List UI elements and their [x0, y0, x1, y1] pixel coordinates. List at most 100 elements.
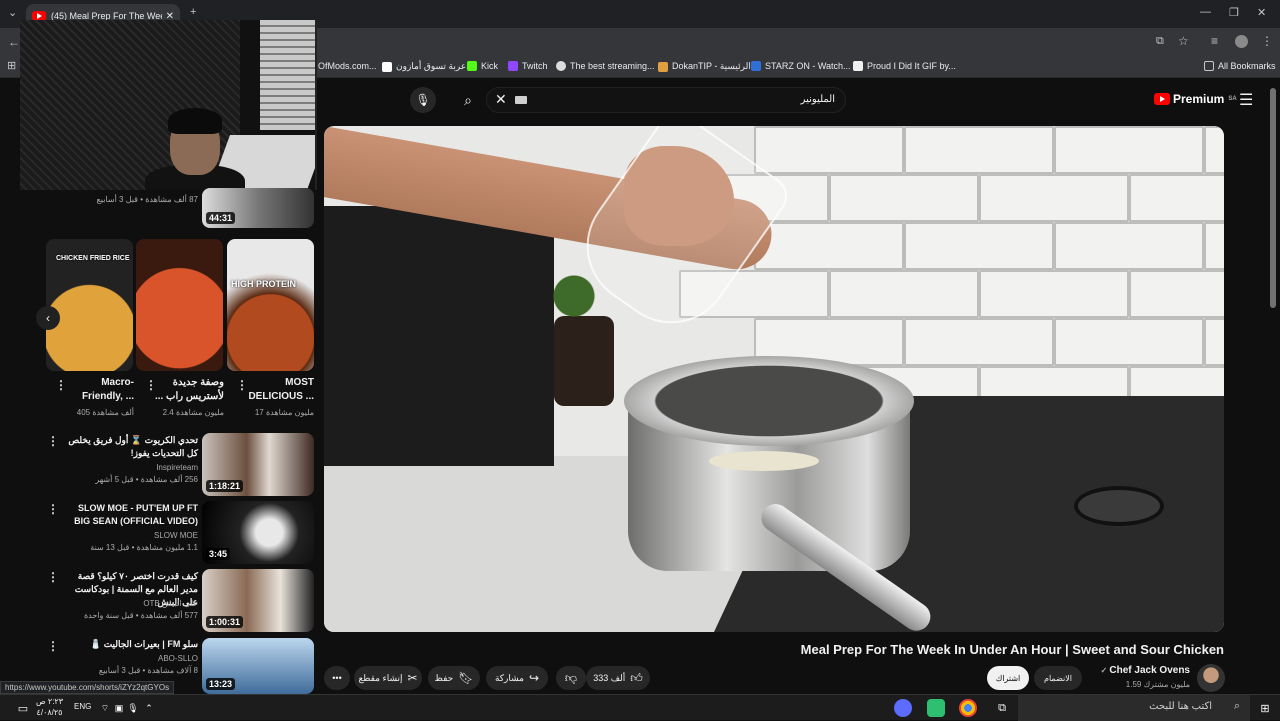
short-thumbnail[interactable]: HIGH PROTEIN: [227, 239, 314, 371]
subscribe-button[interactable]: اشتراك: [987, 666, 1029, 690]
tab-search-icon[interactable]: ⌄: [8, 6, 17, 19]
shelf-prev-button[interactable]: ‹: [36, 306, 60, 330]
share-button[interactable]: مشاركة ↪: [486, 666, 548, 690]
more-actions-icon[interactable]: ⋮: [55, 378, 67, 392]
all-bookmarks-button[interactable]: All Bookmarks: [1204, 61, 1276, 71]
chevron-up-icon[interactable]: ⌃: [140, 699, 158, 717]
bookmark-item[interactable]: STARZ ON - Watch...: [751, 61, 851, 71]
bookmark-item[interactable]: عربة تسوق أمازون: [382, 61, 466, 72]
video-title[interactable]: سلو FM | بعيرات الجاليت 🧂: [60, 638, 198, 651]
short-title[interactable]: MOST DELICIOUS ...: [240, 376, 314, 404]
video-thumbnail[interactable]: 1:00:31: [202, 569, 314, 632]
video-title: Meal Prep For The Week In Under An Hour …: [800, 642, 1224, 657]
short-overlay-text: HIGH PROTEIN: [231, 279, 297, 289]
video-title[interactable]: SLOW MOE - PUT'EM UP FT BIG SEAN (OFFICI…: [60, 502, 198, 528]
new-tab-button[interactable]: +: [190, 6, 196, 18]
restore-icon[interactable]: ❐: [1229, 6, 1239, 19]
youtube-logo-icon: [1154, 93, 1170, 105]
subscriber-count: 1.59 مليون مشترك: [1125, 680, 1190, 689]
bookmark-item[interactable]: Twitch: [508, 61, 548, 71]
more-actions-icon[interactable]: ⋮: [236, 378, 248, 392]
close-window-icon[interactable]: ✕: [1257, 6, 1266, 19]
channel-name[interactable]: على البنش OTB: [60, 598, 198, 610]
media-controls-icon[interactable]: ≡: [1211, 34, 1218, 48]
back-arrow-icon[interactable]: ←: [8, 35, 20, 49]
bookmark-star-icon[interactable]: ☆: [1178, 34, 1189, 48]
bookmark-item[interactable]: Proud I Did It GIF by...: [853, 61, 956, 71]
share-label: مشاركة: [494, 672, 524, 683]
short-title[interactable]: Macro- Friendly, ...: [60, 376, 134, 404]
clear-search-icon[interactable]: ✕: [495, 91, 507, 108]
channel-avatar[interactable]: [1197, 664, 1225, 692]
system-clock[interactable]: ٢:٢٣ ص ٤/٠٨/٢٥: [36, 696, 63, 718]
more-actions-icon[interactable]: ⋮: [47, 502, 59, 516]
more-actions-icon[interactable]: ⋮: [47, 434, 59, 448]
video-meta: 1.1 مليون مشاهدة • قبل 13 سنة: [90, 543, 198, 552]
channel-name[interactable]: ABO-SLLO: [60, 653, 198, 665]
page-scrollbar[interactable]: [1270, 88, 1276, 308]
channel-name[interactable]: SLOW MOE: [60, 530, 198, 542]
language-indicator[interactable]: ENG: [74, 702, 91, 711]
profile-avatar[interactable]: [1235, 35, 1248, 48]
browser-menu-icon[interactable]: ⋮: [1261, 34, 1273, 48]
video-thumbnail[interactable]: 1:18:21: [202, 433, 314, 496]
video-thumbnail[interactable]: 3:45: [202, 501, 314, 564]
more-actions-icon[interactable]: ⋮: [145, 378, 157, 392]
thumbs-down-icon: 👎︎: [564, 670, 578, 685]
video-thumbnail[interactable]: 13:23: [202, 638, 314, 694]
keyboard-icon[interactable]: [515, 96, 527, 104]
taskbar-search[interactable]: اكتب هنا للبحث ⌕: [1018, 695, 1250, 721]
duration-badge: 13:23: [206, 678, 236, 690]
short-title[interactable]: وصفة جديدة لأستريس راب ...: [150, 376, 224, 404]
bookmark-item[interactable]: Kick: [467, 61, 498, 71]
task-view-icon[interactable]: ⧉: [993, 699, 1011, 717]
join-button[interactable]: الانضمام: [1034, 666, 1082, 690]
more-actions-icon[interactable]: ⋮: [47, 639, 59, 653]
guide-menu-icon[interactable]: ☰: [1239, 90, 1253, 110]
minimize-icon[interactable]: —: [1200, 6, 1211, 18]
search-icon: ⌕: [464, 91, 472, 108]
short-overlay-text: CHICKEN FRIED RICE: [56, 255, 130, 262]
bookmark-item[interactable]: DokanTIP - الرئيسية: [658, 61, 751, 72]
channel-name[interactable]: Inspireteam: [60, 462, 198, 474]
video-player[interactable]: [324, 126, 1224, 632]
search-icon: ⌕: [1233, 700, 1240, 712]
like-count: 333 ألف: [593, 672, 626, 683]
bookmark-label: STARZ ON - Watch...: [765, 61, 851, 71]
search-input[interactable]: ✕ المليونير: [486, 87, 846, 113]
bookmark-label: OfMods.com...: [318, 61, 377, 71]
short-thumbnail[interactable]: [136, 239, 223, 371]
video-meta: 256 ألف مشاهدة • قبل 5 أشهر: [95, 475, 198, 484]
channel-name[interactable]: ✓ Chef Jack Ovens: [1100, 665, 1190, 676]
install-app-icon[interactable]: ⧉: [1156, 35, 1164, 48]
duration-badge: 1:18:21: [206, 480, 244, 492]
short-thumbnail[interactable]: CHICKEN FRIED RICE: [46, 239, 133, 371]
video-meta: 8 آلاف مشاهدة • قبل 3 أسابيع: [98, 666, 198, 675]
webcam-overlay: [20, 20, 317, 190]
twitch-icon: [508, 61, 518, 71]
youtube-premium-logo[interactable]: Premium SA: [1154, 92, 1237, 106]
bookmark-item[interactable]: OfMods.com...: [318, 61, 377, 71]
save-button[interactable]: حفظ 🔖︎: [428, 666, 480, 690]
bookmark-item[interactable]: The best streaming...: [556, 61, 655, 71]
short-views: 17 مليون مشاهدة: [254, 408, 314, 417]
windows-start-icon[interactable]: ⊞: [1256, 699, 1274, 717]
video-title[interactable]: تحدي الكريوت ⌛ أول فريق يخلص كل التحديات…: [60, 434, 198, 460]
chrome-icon[interactable]: [959, 699, 977, 717]
dislike-button[interactable]: 👎︎: [556, 666, 586, 690]
duration-badge: 1:00:31: [206, 616, 244, 628]
video-thumbnail[interactable]: 44:31: [202, 188, 314, 228]
like-button[interactable]: 333 ألف 👍︎: [586, 666, 650, 690]
bookmark-label: Proud I Did It GIF by...: [867, 61, 956, 71]
app-icon[interactable]: [927, 699, 945, 717]
voice-search-button[interactable]: 🎙: [410, 87, 436, 113]
bookmark-label: The best streaming...: [570, 61, 655, 71]
search-button[interactable]: ⌕: [455, 87, 481, 113]
notifications-icon[interactable]: ▭: [14, 699, 32, 717]
apps-grid-icon[interactable]: ⊞: [7, 59, 16, 72]
video-meta: 577 ألف مشاهدة • قبل سنة واحدة: [83, 611, 198, 620]
more-actions-button[interactable]: •••: [324, 666, 350, 690]
clip-button[interactable]: إنشاء مقطع ✂: [354, 666, 422, 690]
more-actions-icon[interactable]: ⋮: [47, 570, 59, 584]
messenger-icon[interactable]: [894, 699, 912, 717]
